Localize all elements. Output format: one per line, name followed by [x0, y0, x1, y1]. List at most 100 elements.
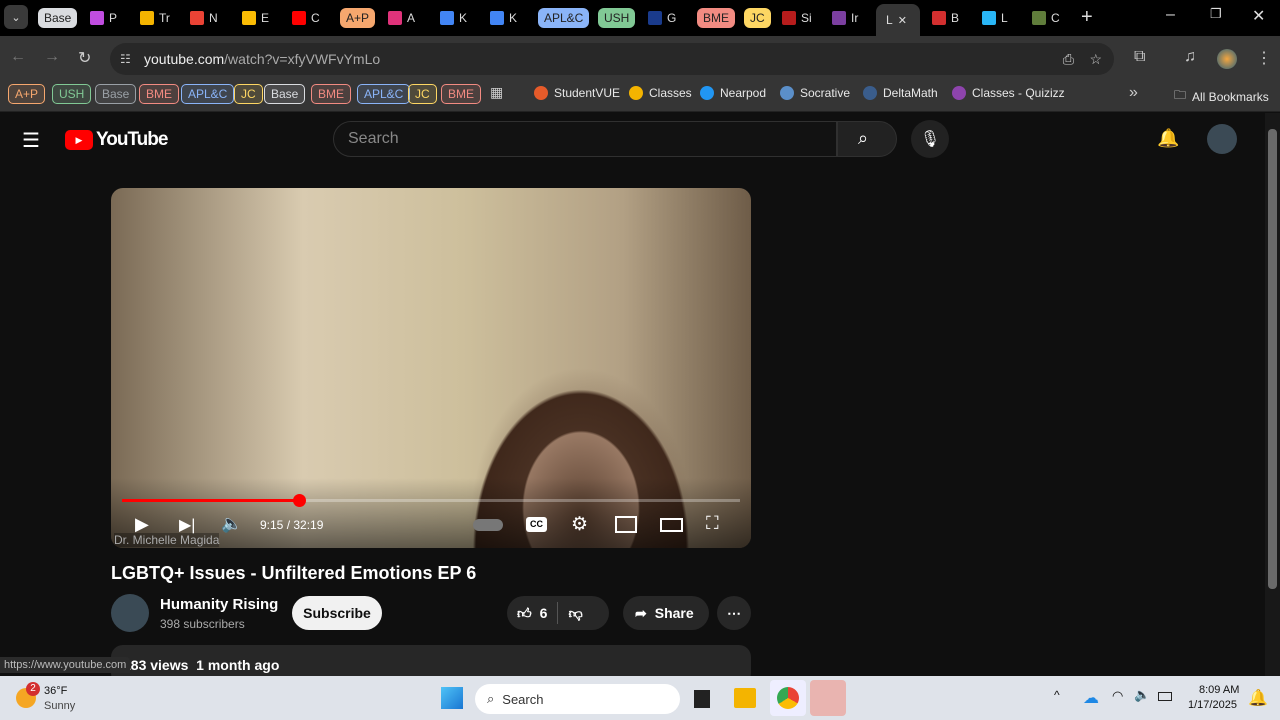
clock-time[interactable]: 8:09 AM	[1199, 684, 1239, 696]
bookmark-group-chip[interactable]: APL&C	[357, 84, 411, 104]
start-button[interactable]	[441, 687, 463, 709]
tab-search-button[interactable]: ⌄	[4, 5, 28, 29]
like-button[interactable]: 👍︎ 6	[517, 605, 547, 622]
account-avatar[interactable]	[1207, 124, 1237, 154]
more-bookmarks-icon[interactable]: »	[1129, 84, 1138, 102]
forward-icon[interactable]: →	[44, 48, 60, 66]
guide-menu-icon[interactable]: ☰	[22, 128, 40, 153]
tab[interactable]: B	[932, 6, 959, 30]
minimize-button[interactable]: –	[1166, 6, 1175, 24]
taskbar-search[interactable]: ⌕ Search	[475, 684, 680, 714]
notifications-bell-icon[interactable]: 🔔	[1157, 128, 1179, 149]
search-button[interactable]: ⌕	[837, 121, 897, 157]
tab[interactable]: C	[1032, 6, 1060, 30]
bookmark-group-chip[interactable]: BME	[139, 84, 180, 104]
bookmark-link[interactable]: StudentVUE	[534, 86, 620, 100]
next-icon[interactable]: ▶|	[179, 515, 195, 535]
bookmark-link[interactable]: Classes - Quizizz	[952, 86, 1065, 100]
tab[interactable]: A	[388, 6, 415, 30]
chrome-taskbar-icon[interactable]	[770, 680, 806, 716]
tab[interactable]: C	[292, 6, 320, 30]
youtube-logo[interactable]: ▶ YouTube	[65, 129, 168, 151]
tab[interactable]: K	[440, 6, 467, 30]
bookmark-group-chip[interactable]: JC	[234, 84, 263, 104]
reload-icon[interactable]: ↻	[78, 48, 91, 68]
bookmark-group-chip[interactable]: Base	[95, 84, 137, 104]
voice-search-button[interactable]: 🎙	[911, 120, 949, 158]
active-tab[interactable]: L ✕	[876, 4, 920, 36]
bookmark-link[interactable]: Socrative	[780, 86, 850, 100]
media-controls-icon[interactable]: ♫	[1184, 48, 1196, 66]
notification-bell-icon[interactable]: 🔔	[1248, 688, 1268, 708]
theater-mode-icon[interactable]	[660, 518, 683, 532]
battery-icon[interactable]	[1158, 692, 1172, 701]
chrome-menu-icon[interactable]: ⋮	[1256, 48, 1272, 68]
site-info-icon[interactable]: ☷	[120, 52, 131, 66]
clock-date[interactable]: 1/17/2025	[1188, 699, 1237, 711]
settings-gear-icon[interactable]: ⚙	[571, 513, 588, 536]
progress-bar[interactable]	[122, 494, 740, 507]
progress-scrubber[interactable]	[292, 494, 306, 507]
tab[interactable]: L	[982, 6, 1008, 30]
task-view-icon[interactable]	[694, 690, 710, 708]
file-explorer-icon[interactable]	[734, 688, 756, 708]
more-actions-button[interactable]: ⋯	[717, 596, 751, 630]
subscribe-button[interactable]: Subscribe	[292, 596, 382, 630]
bookmark-group-chip[interactable]: JC	[408, 84, 437, 104]
bookmark-group-chip[interactable]: BME	[311, 84, 352, 104]
tab[interactable]: Tr	[140, 6, 170, 30]
install-app-icon[interactable]: ⎙	[1063, 51, 1074, 68]
miniplayer-icon[interactable]	[615, 516, 637, 533]
captions-icon[interactable]: CC	[526, 517, 547, 532]
tab-group-chip[interactable]: JC	[744, 8, 771, 28]
close-window-button[interactable]: ✕	[1252, 6, 1265, 26]
dislike-button[interactable]: 👎︎	[568, 605, 582, 622]
bookmark-group-chip[interactable]: Base	[264, 84, 306, 104]
autoplay-toggle[interactable]	[473, 519, 503, 531]
extensions-icon[interactable]: ⧉	[1134, 48, 1145, 66]
page-scrollbar[interactable]	[1265, 113, 1280, 676]
channel-name[interactable]: Humanity Rising	[160, 596, 278, 613]
profile-avatar[interactable]	[1217, 49, 1237, 69]
bookmark-link[interactable]: Nearpod	[700, 86, 766, 100]
bookmark-star-icon[interactable]: ☆	[1089, 51, 1102, 68]
bookmark-group-chip[interactable]: A+P	[8, 84, 46, 104]
bookmark-link[interactable]: DeltaMath	[863, 86, 938, 100]
app-taskbar-icon[interactable]	[810, 680, 846, 716]
play-icon[interactable]: ▶	[135, 514, 149, 535]
bookmark-group-chip[interactable]: APL&C	[181, 84, 235, 104]
tab-group-chip[interactable]: Base	[38, 8, 78, 28]
tab[interactable]: G	[648, 6, 676, 30]
address-bar[interactable]: ☷ youtube.com/watch?v=xfyVWFvYmLo ⎙ ☆	[110, 43, 1114, 75]
tab-group-label: APL&C	[544, 11, 584, 25]
tab-group-chip[interactable]: BME	[697, 8, 736, 28]
volume-icon[interactable]: 🔈	[1134, 687, 1150, 703]
bookmark-group-chip[interactable]: BME	[441, 84, 482, 104]
apps-grid-icon[interactable]: ▦	[490, 84, 503, 101]
new-tab-button[interactable]: +	[1081, 6, 1093, 29]
tab-group-chip[interactable]: A+P	[340, 8, 376, 28]
fullscreen-icon[interactable]: ⛶	[706, 513, 719, 534]
video-player[interactable]: ▶ ▶| 🔈 9:15 / 32:19 CC ⚙ ⛶ Dr. Michelle …	[111, 188, 751, 548]
channel-avatar[interactable]	[111, 594, 149, 632]
bookmark-link[interactable]: Classes	[629, 86, 692, 100]
tab[interactable]: Si	[782, 6, 812, 30]
search-input[interactable]: Search	[333, 121, 837, 157]
tab[interactable]: N	[190, 6, 218, 30]
tab-group-chip[interactable]: USH	[598, 8, 636, 28]
onedrive-icon[interactable]: ☁	[1083, 688, 1099, 708]
show-hidden-icons[interactable]: ^	[1054, 688, 1060, 702]
tab-group-chip[interactable]: APL&C	[538, 8, 590, 28]
wifi-icon[interactable]: ◠	[1112, 688, 1123, 704]
close-tab-icon[interactable]: ✕	[898, 14, 907, 27]
volume-icon[interactable]: 🔈	[221, 514, 242, 534]
restore-button[interactable]: ❐	[1210, 6, 1222, 22]
back-icon[interactable]: ←	[10, 48, 26, 66]
tab[interactable]: E	[242, 6, 269, 30]
tab[interactable]: P	[90, 6, 117, 30]
bookmark-group-chip[interactable]: USH	[52, 84, 92, 104]
tab[interactable]: Ir	[832, 6, 858, 30]
all-bookmarks[interactable]: 🗀 All Bookmarks	[1174, 86, 1269, 107]
share-button[interactable]: ➦ Share	[623, 596, 709, 630]
tab[interactable]: K	[490, 6, 517, 30]
